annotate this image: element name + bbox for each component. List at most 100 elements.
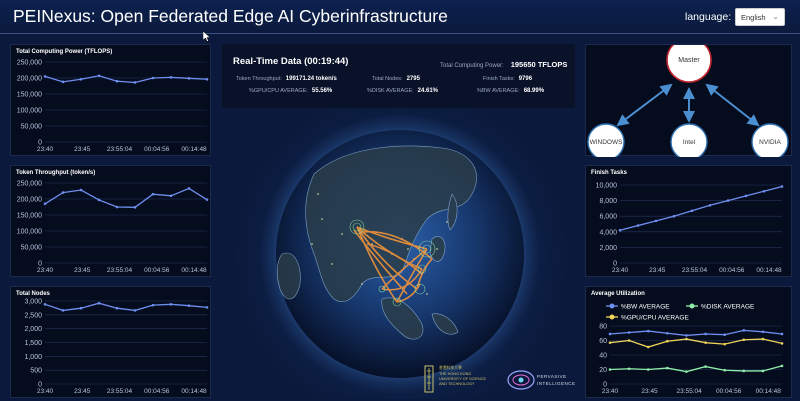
- data-point: [187, 77, 191, 80]
- data-point: [666, 339, 669, 343]
- y-tick-label: 8,000: [599, 198, 617, 205]
- data-point: [169, 194, 173, 198]
- data-point: [97, 198, 101, 202]
- y-tick-label: 20: [599, 367, 607, 374]
- y-tick-label: 150,000: [17, 213, 42, 220]
- data-point: [97, 301, 101, 305]
- stat-value: 24.61%: [417, 88, 439, 94]
- y-tick-label: 250,000: [17, 181, 42, 188]
- data-point: [685, 334, 688, 337]
- university-name-line: AND TECHNOLOGY: [439, 382, 475, 386]
- topology-label: Master: [678, 57, 700, 64]
- topology-node-intel[interactable]: Intel: [670, 123, 708, 157]
- data-point: [205, 77, 209, 81]
- topology-label: NVIDIA: [759, 139, 781, 146]
- y-tick-label: 50,000: [21, 124, 43, 131]
- data-point: [61, 309, 65, 312]
- data-point: [780, 332, 784, 336]
- y-tick-label: 250,000: [17, 60, 42, 67]
- lab-name-line: INTELLIGENCE: [537, 381, 576, 386]
- x-tick-label: 23:55:04: [682, 267, 708, 274]
- data-point: [627, 339, 631, 342]
- y-tick-label: 3,000: [24, 299, 42, 306]
- x-tick-label: 00:14:48: [181, 388, 207, 395]
- x-tick-label: 00:04:56: [716, 388, 742, 395]
- footer-logos: 香港科技大學 THE HONG KONG UNIVERSITY OF SCIEN…: [422, 362, 582, 398]
- topology-node-windows[interactable]: WINDOWS: [587, 123, 625, 157]
- data-point: [61, 80, 65, 84]
- language-select[interactable]: English ⌄: [735, 8, 785, 26]
- y-tick-label: 200,000: [17, 76, 42, 83]
- x-tick-label: 23:40: [37, 146, 54, 153]
- topology-node-master[interactable]: Master: [666, 45, 712, 83]
- topology-link: [705, 83, 760, 127]
- x-tick-label: 00:04:56: [144, 146, 170, 153]
- data-point: [608, 368, 612, 371]
- data-point: [608, 341, 612, 344]
- legend-label: %DISK AVERAGE: [701, 304, 755, 311]
- language-label: language:: [685, 11, 732, 23]
- chart-total-computing-power: 250,000200,000150,000100,00050,000023:40…: [17, 60, 209, 153]
- finish-tasks-stat: Finish Tasks: 9796: [483, 76, 532, 82]
- data-point: [636, 224, 640, 227]
- x-tick-label: 23:40: [602, 388, 619, 395]
- y-tick-label: 10,000: [596, 183, 618, 190]
- chart-panel-average-utilization: Average Utilization 80 60 40 20 0 23:40 23:45 2…: [585, 286, 792, 398]
- y-tick-label: 4,000: [599, 229, 617, 236]
- series-line: [44, 302, 208, 312]
- y-tick-label: 2,500: [24, 312, 42, 319]
- topology-label: Intel: [683, 139, 696, 146]
- data-point: [187, 304, 191, 308]
- data-point: [205, 198, 209, 201]
- y-tick-label: 500: [30, 368, 42, 375]
- legend-label: %GPU/CPU AVERAGE: [621, 315, 689, 322]
- topology-node-nvidia[interactable]: NVIDIA: [751, 123, 789, 157]
- topology-link: [616, 83, 673, 127]
- series-line: [609, 329, 783, 337]
- data-point: [169, 76, 173, 79]
- chart-panel-token-throughput: Token Throughput (token/s) 250,000 200,00…: [10, 165, 211, 277]
- x-tick-label: 00:14:48: [756, 267, 782, 274]
- chart-average-utilization: 80604020023:40 23:45 23:55:04 00:04:56 00:14…: [599, 303, 784, 395]
- stat-value: 195650 TFLOPS: [510, 60, 568, 69]
- university-crest-icon: [424, 365, 434, 393]
- data-point: [61, 191, 65, 194]
- data-point: [708, 203, 712, 207]
- x-tick-label: 23:45: [74, 388, 91, 395]
- bw-average-stat: %BW AVERAGE: 68.99%: [477, 88, 544, 94]
- stat-label: Total Computing Power:: [440, 63, 504, 69]
- chart-finish-tasks: 10,0008,0006,0004,0002,000023:40 23:45 23:…: [596, 183, 784, 274]
- data-point: [726, 199, 730, 202]
- language-value: English: [741, 13, 766, 22]
- data-point: [666, 366, 669, 370]
- topology-label: WINDOWS: [590, 139, 624, 146]
- series-line: [609, 365, 783, 373]
- legend-swatch: [689, 303, 695, 309]
- x-tick-label: 23:55:04: [107, 388, 133, 395]
- x-tick-label: 23:55:04: [107, 146, 133, 153]
- top-bar: PEINexus: Open Federated Edge AI Cyberin…: [0, 0, 800, 34]
- x-tick-label: 23:45: [74, 146, 91, 153]
- data-point: [115, 205, 119, 209]
- realtime-data-card: Real-Time Data (00:19:44) Total Computin…: [222, 44, 575, 108]
- disk-average-stat: %DISK AVERAGE: 24.61%: [367, 88, 438, 94]
- data-point: [151, 303, 155, 307]
- mouse-cursor-icon: [203, 31, 211, 42]
- data-point: [762, 189, 766, 193]
- gpu-cpu-average-stat: %GPU/CPU AVERAGE: 55.56%: [249, 88, 332, 94]
- realtime-title: Real-Time Data (00:19:44): [233, 56, 349, 67]
- series-line: [44, 187, 208, 208]
- data-point: [742, 369, 746, 373]
- data-point: [666, 331, 669, 335]
- data-point: [79, 306, 83, 310]
- chart-panel-total-nodes: Total Nodes 3,000 2,500 2,000 1,500 1,000 500…: [10, 286, 211, 398]
- stat-value: 199171.24 token/s: [285, 76, 337, 82]
- stat-value: 68.99%: [523, 88, 545, 94]
- data-point: [685, 370, 688, 373]
- x-tick-label: 23:45: [649, 267, 666, 274]
- stat-value: 9796: [518, 76, 533, 82]
- data-point: [646, 329, 650, 333]
- total-nodes-stat: Total Nodes: 2795: [372, 76, 420, 82]
- data-point: [704, 332, 707, 336]
- x-tick-label: 00:14:48: [756, 388, 782, 395]
